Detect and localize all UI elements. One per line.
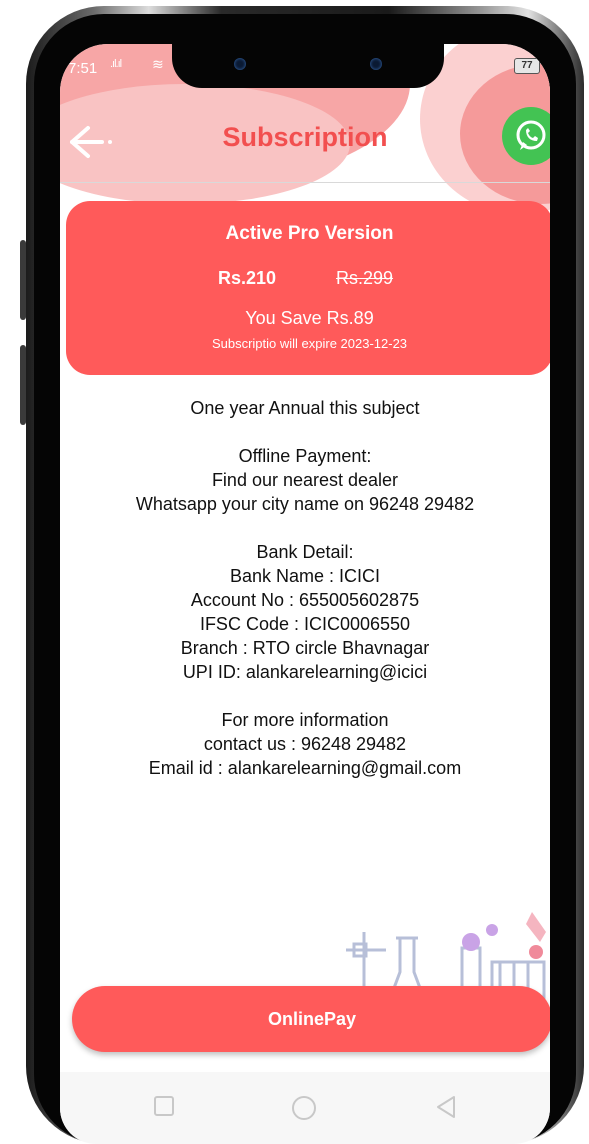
more-info-text: For more information bbox=[221, 710, 389, 730]
signal-icon: .ıl.ıl bbox=[110, 58, 122, 70]
offline-title: Offline Payment: bbox=[238, 446, 372, 466]
branch: Branch : RTO circle Bhavnagar bbox=[180, 638, 430, 658]
subscription-info: One year Annual this subject Offline Pay… bbox=[60, 396, 550, 780]
back-nav-icon[interactable] bbox=[434, 1094, 458, 1120]
account-number: Account No : 655005602875 bbox=[190, 590, 420, 610]
app-screen: 7:51 .ıl.ıl ≋ 77 Subscription Active Pro… bbox=[60, 44, 550, 1144]
savings-text: You Save Rs.89 bbox=[245, 308, 374, 328]
wifi-icon: ≋ bbox=[152, 56, 164, 72]
phone-frame: 7:51 .ıl.ıl ≋ 77 Subscription Active Pro… bbox=[26, 6, 584, 1144]
email-text: Email id : alankarelearning@gmail.com bbox=[148, 758, 462, 778]
bank-name: Bank Name : ICICI bbox=[229, 566, 381, 586]
camera-notch bbox=[172, 44, 444, 88]
annual-text: One year Annual this subject bbox=[190, 398, 420, 418]
camera-icon bbox=[234, 58, 246, 70]
expiry-text: Subscriptio will expire 2023-12-23 bbox=[211, 336, 408, 351]
plan-card: Active Pro Version Rs.210 Rs.299 You Sav… bbox=[66, 201, 550, 375]
price-current: Rs.210 bbox=[218, 268, 277, 288]
contact-text: contact us : 96248 29482 bbox=[203, 734, 407, 754]
upi-id: UPI ID: alankarelearning@icici bbox=[182, 662, 428, 682]
status-time: 7:51 bbox=[68, 60, 98, 77]
home-icon[interactable] bbox=[290, 1094, 318, 1122]
offline-line: Whatsapp your city name on 96248 29482 bbox=[135, 494, 475, 514]
plan-title: Active Pro Version bbox=[225, 223, 394, 244]
offline-line: Find our nearest dealer bbox=[211, 470, 399, 490]
online-pay-button[interactable]: OnlinePay bbox=[72, 986, 550, 1052]
camera-icon bbox=[370, 58, 382, 70]
recents-icon[interactable] bbox=[152, 1094, 176, 1118]
bank-title: Bank Detail: bbox=[256, 542, 354, 562]
navigation-bar bbox=[60, 1072, 550, 1144]
ifsc-code: IFSC Code : ICIC0006550 bbox=[199, 614, 411, 634]
price-original: Rs.299 bbox=[336, 268, 394, 288]
battery-icon: 77 bbox=[514, 58, 540, 74]
header-divider bbox=[60, 182, 550, 183]
page-title: Subscription bbox=[222, 122, 388, 152]
